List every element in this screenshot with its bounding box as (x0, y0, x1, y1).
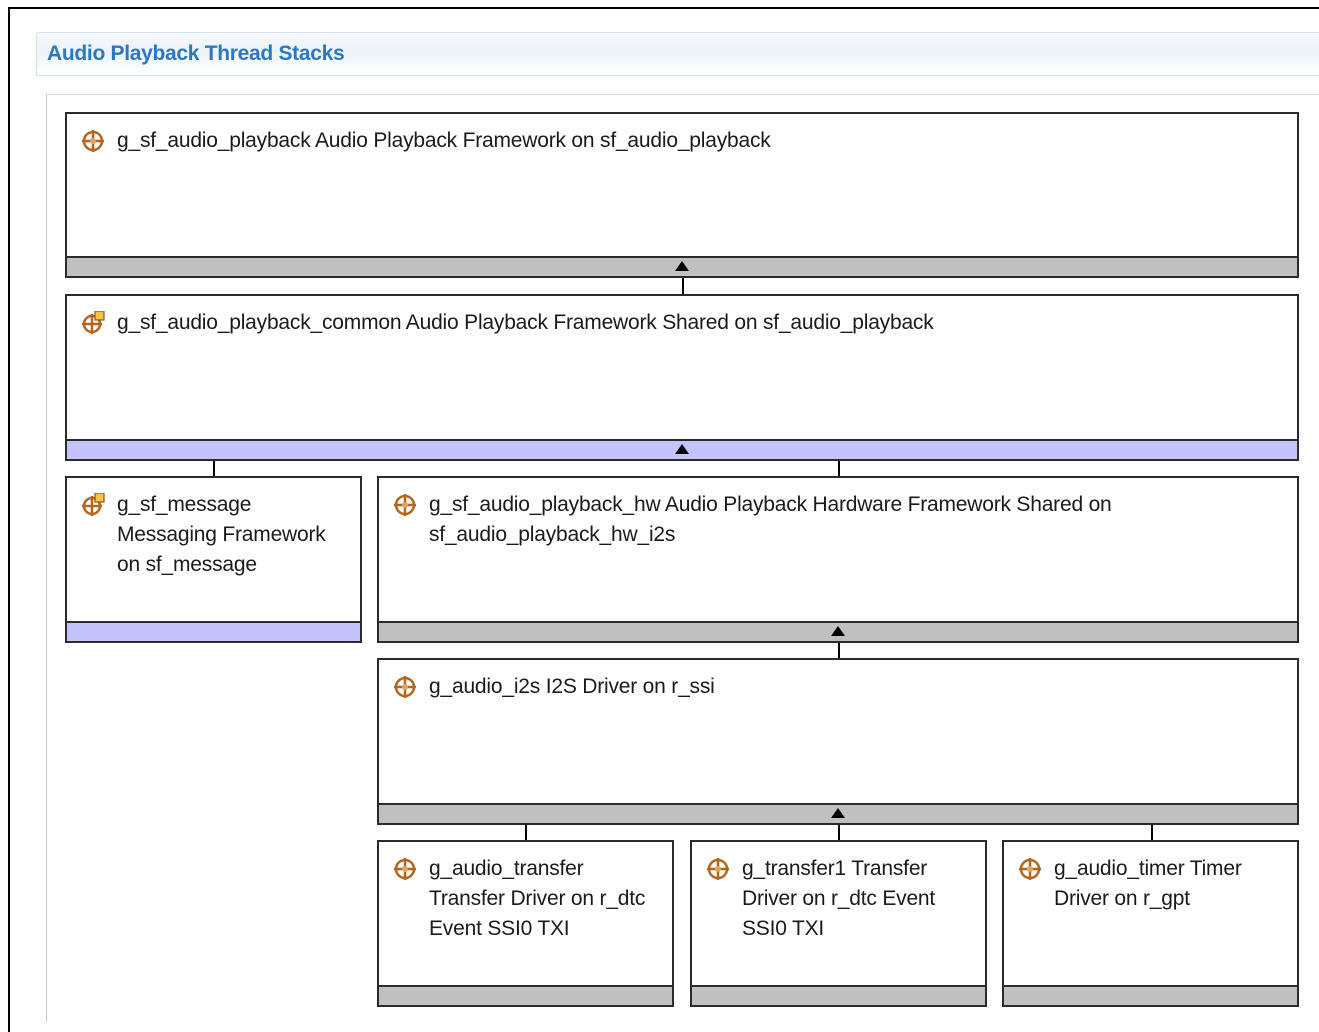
module-label: g_sf_message Messaging Framework on sf_m… (117, 493, 326, 576)
section-body-border (46, 94, 47, 1022)
expand-arrow-icon (675, 261, 689, 271)
module-g-sf-audio-playback-common[interactable]: g_sf_audio_playback_common Audio Playbac… (65, 294, 1299, 461)
module-expand-bar[interactable] (379, 621, 1297, 641)
module-label: g_sf_audio_playback_common Audio Playbac… (117, 311, 934, 334)
module-label: g_sf_audio_playback Audio Playback Frame… (117, 129, 771, 152)
section-header[interactable]: Audio Playback Thread Stacks (36, 32, 1319, 76)
shared-module-icon (81, 310, 105, 335)
module-bar (379, 985, 672, 1005)
module-bar (67, 621, 360, 641)
module-g-audio-timer[interactable]: g_audio_timer Timer Driver on r_gpt (1002, 840, 1299, 1007)
module-label: g_audio_i2s I2S Driver on r_ssi (429, 675, 715, 698)
module-g-transfer1[interactable]: g_transfer1 Transfer Driver on r_dtc Eve… (690, 840, 987, 1007)
module-label: g_sf_audio_playback_hw Audio Playback Ha… (429, 493, 1112, 546)
module-expand-bar[interactable] (67, 439, 1297, 459)
module-icon (1018, 857, 1042, 881)
module-g-audio-i2s[interactable]: g_audio_i2s I2S Driver on r_ssi (377, 658, 1299, 825)
section-title: Audio Playback Thread Stacks (47, 42, 345, 65)
module-g-sf-message[interactable]: g_sf_message Messaging Framework on sf_m… (65, 476, 362, 643)
expand-arrow-icon (831, 626, 845, 636)
module-icon (393, 857, 417, 881)
module-g-audio-transfer[interactable]: g_audio_transfer Transfer Driver on r_dt… (377, 840, 674, 1007)
module-icon (706, 857, 730, 881)
module-icon (81, 129, 105, 153)
module-label: g_audio_timer Timer Driver on r_gpt (1054, 857, 1242, 910)
module-label: g_transfer1 Transfer Driver on r_dtc Eve… (742, 857, 936, 940)
module-bar (692, 985, 985, 1005)
section-body-border (46, 94, 1319, 95)
module-icon (393, 675, 417, 699)
module-expand-bar[interactable] (67, 256, 1297, 276)
expand-arrow-icon (675, 444, 689, 454)
module-g-sf-audio-playback-hw[interactable]: g_sf_audio_playback_hw Audio Playback Ha… (377, 476, 1299, 643)
module-bar (1004, 985, 1297, 1005)
module-expand-bar[interactable] (379, 803, 1297, 823)
module-g-sf-audio-playback[interactable]: g_sf_audio_playback Audio Playback Frame… (65, 112, 1299, 278)
module-label: g_audio_transfer Transfer Driver on r_dt… (429, 857, 646, 940)
module-icon (393, 493, 417, 517)
shared-module-icon (81, 492, 105, 517)
expand-arrow-icon (831, 808, 845, 818)
